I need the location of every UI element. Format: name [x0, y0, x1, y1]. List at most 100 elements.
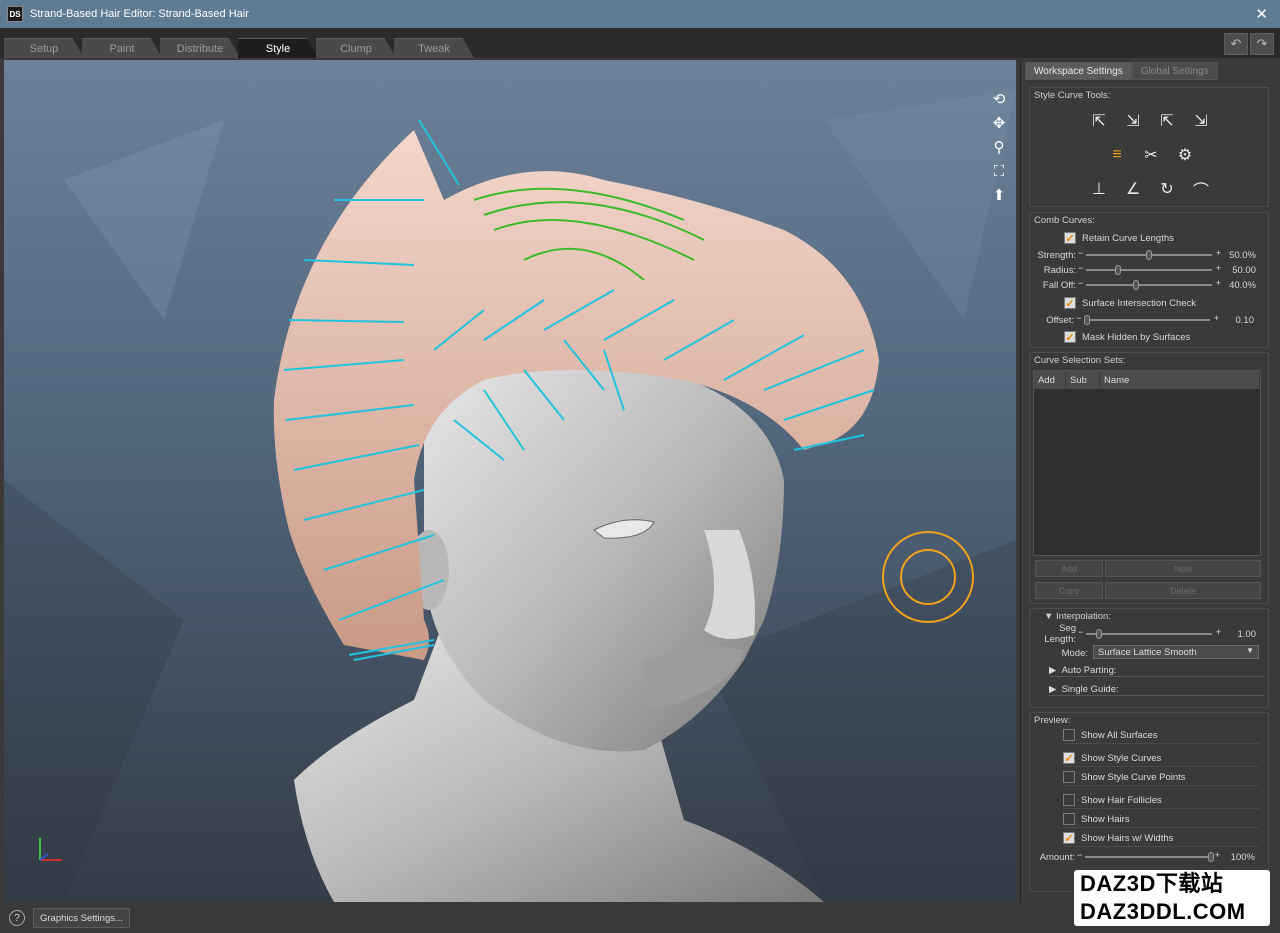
pan-icon[interactable]: ✥ [989, 114, 1009, 132]
radius-label: Radius: [1043, 264, 1076, 276]
radius-slider[interactable] [1078, 263, 1221, 275]
falloff-slider[interactable] [1078, 278, 1221, 290]
select-toggle-icon[interactable]: ⇲ [1190, 110, 1212, 132]
tab-paint[interactable]: Paint [82, 38, 162, 58]
seg-length-slider[interactable] [1078, 627, 1221, 639]
style-curve-tools-group: Style Curve Tools: ⇱ ⇲ ⇱ ⇲ ≡ ✂ ⚙ ⊥ ∠ ↻ ⌒ [1029, 87, 1269, 207]
show-hairs-widths-row: ✓ Show Hairs w/ Widths [1063, 830, 1259, 847]
retain-lengths-label: Retain Curve Lengths [1082, 232, 1174, 244]
mode-value: Surface Lattice Smooth [1098, 646, 1197, 658]
surface-check-label: Surface Intersection Check [1082, 297, 1197, 309]
show-hairs-label: Show Hairs [1081, 813, 1130, 825]
select-add-icon[interactable]: ⇲ [1122, 110, 1144, 132]
radius-knob[interactable] [1114, 265, 1121, 275]
offset-label: Offset: [1046, 314, 1074, 326]
seg-length-knob[interactable] [1095, 629, 1102, 639]
mask-hidden-label: Mask Hidden by Surfaces [1082, 331, 1191, 343]
add-set-button[interactable]: Add [1035, 560, 1103, 577]
offset-row: Offset: 0.10 [1030, 313, 1254, 327]
delete-set-button[interactable]: Delete [1105, 582, 1261, 599]
show-hair-follicles-label: Show Hair Follicles [1081, 794, 1162, 806]
comb-icon[interactable]: ≡ [1106, 144, 1128, 166]
amount-value[interactable]: 100% [1217, 852, 1255, 863]
app-logo-icon: DS [7, 6, 23, 22]
show-all-surfaces-row: Show All Surfaces [1063, 727, 1259, 744]
expanded-arrow-icon: ▼ [1044, 611, 1057, 622]
settings-cog-icon[interactable]: ⚙ [1174, 144, 1196, 166]
offset-slider[interactable] [1076, 313, 1219, 325]
falloff-label: Fall Off: [1042, 279, 1076, 291]
cut-icon[interactable]: ✂ [1140, 144, 1162, 166]
offset-knob[interactable] [1083, 315, 1090, 325]
show-all-surfaces-checkbox[interactable] [1063, 729, 1075, 741]
strength-value[interactable]: 50.0% [1218, 250, 1256, 261]
undo-button[interactable]: ↶ [1224, 33, 1248, 55]
point-tool-icon[interactable]: ⊥ [1088, 178, 1110, 200]
interpolation-label-text: Interpolation: [1056, 611, 1111, 622]
mask-hidden-checkbox[interactable]: ✓ [1064, 331, 1076, 344]
copy-set-button[interactable]: Copy [1035, 582, 1103, 599]
show-style-curves-checkbox[interactable]: ✓ [1063, 752, 1075, 765]
curl-tool-icon[interactable]: ↻ [1156, 178, 1178, 200]
tab-tweak[interactable]: Tweak [394, 38, 474, 58]
new-set-button[interactable]: New [1105, 560, 1261, 577]
graphics-settings-button[interactable]: Graphics Settings... [33, 908, 130, 928]
select-curve-icon[interactable]: ⇱ [1088, 110, 1110, 132]
select-remove-icon[interactable]: ⇱ [1156, 110, 1178, 132]
amount-knob[interactable] [1208, 852, 1214, 862]
tab-global-settings[interactable]: Global Settings [1131, 62, 1218, 80]
falloff-knob[interactable] [1133, 280, 1140, 290]
strength-knob[interactable] [1146, 250, 1152, 260]
seg-length-label: Seg Length: [1044, 623, 1076, 645]
retain-lengths-checkbox[interactable]: ✓ [1064, 232, 1076, 245]
show-hair-follicles-checkbox[interactable] [1063, 794, 1075, 806]
bend-tool-icon[interactable]: ⌒ [1190, 178, 1212, 200]
amount-slider[interactable] [1077, 850, 1220, 862]
mode-dropdown[interactable]: Surface Lattice Smooth ▼ [1093, 645, 1259, 659]
surface-check-checkbox[interactable]: ✓ [1064, 297, 1076, 310]
col-add[interactable]: Add [1034, 371, 1066, 389]
reset-view-icon[interactable]: ⬆ [989, 186, 1009, 204]
strength-label: Strength: [1037, 249, 1076, 261]
strength-row: Strength: 50.0% [1030, 248, 1256, 262]
help-icon[interactable]: ? [9, 910, 25, 926]
orbit-icon[interactable]: ⟲ [989, 90, 1009, 108]
show-hairs-widths-checkbox[interactable]: ✓ [1063, 832, 1075, 845]
show-all-surfaces-label: Show All Surfaces [1081, 729, 1158, 741]
viewport-3d[interactable] [4, 60, 1016, 902]
watermark-line-2: DAZ3DDL.COM [1080, 899, 1246, 924]
strength-slider[interactable] [1078, 248, 1221, 260]
show-curve-points-checkbox[interactable] [1063, 771, 1075, 783]
single-guide-section[interactable]: ▶ Single Guide: [1049, 683, 1265, 696]
comb-curves-label: Comb Curves: [1034, 215, 1095, 226]
collapsed-arrow-icon: ▶ [1049, 683, 1062, 695]
show-hairs-widths-label: Show Hairs w/ Widths [1081, 832, 1174, 844]
tab-workspace-settings[interactable]: Workspace Settings [1025, 62, 1132, 80]
show-hairs-row: Show Hairs [1063, 811, 1259, 828]
close-icon[interactable]: ✕ [1255, 5, 1268, 23]
redo-button[interactable]: ↷ [1250, 33, 1274, 55]
offset-value[interactable]: 0.10 [1216, 315, 1255, 326]
show-hairs-checkbox[interactable] [1063, 813, 1075, 825]
line-tool-icon[interactable]: ∠ [1122, 178, 1144, 200]
frame-icon[interactable]: ⛶ [989, 162, 1009, 180]
interpolation-label[interactable]: ▼ Interpolation: [1044, 611, 1111, 622]
editor-tabs: Setup Paint Distribute Style Clump Tweak [4, 38, 474, 58]
auto-parting-section[interactable]: ▶ Auto Parting: [1049, 664, 1265, 677]
selection-sets-table[interactable]: Add Sub Name [1033, 370, 1261, 556]
zoom-icon[interactable]: ⚲ [989, 138, 1009, 156]
undo-redo-group: ↶ ↷ [1224, 33, 1274, 55]
radius-value[interactable]: 50.00 [1218, 265, 1256, 276]
col-sub[interactable]: Sub [1066, 371, 1100, 389]
tab-clump[interactable]: Clump [316, 38, 396, 58]
tab-distribute[interactable]: Distribute [160, 38, 240, 58]
col-name[interactable]: Name [1100, 371, 1260, 389]
amount-row: Amount: 100% [1029, 850, 1255, 864]
falloff-row: Fall Off: 40.0% [1030, 278, 1256, 292]
scene-render [4, 90, 1016, 902]
seg-length-value[interactable]: 1.00 [1218, 629, 1257, 640]
falloff-value[interactable]: 40.0% [1218, 280, 1256, 291]
tab-setup[interactable]: Setup [4, 38, 84, 58]
tab-style[interactable]: Style [238, 38, 318, 58]
style-curve-tools-label: Style Curve Tools: [1034, 90, 1111, 101]
